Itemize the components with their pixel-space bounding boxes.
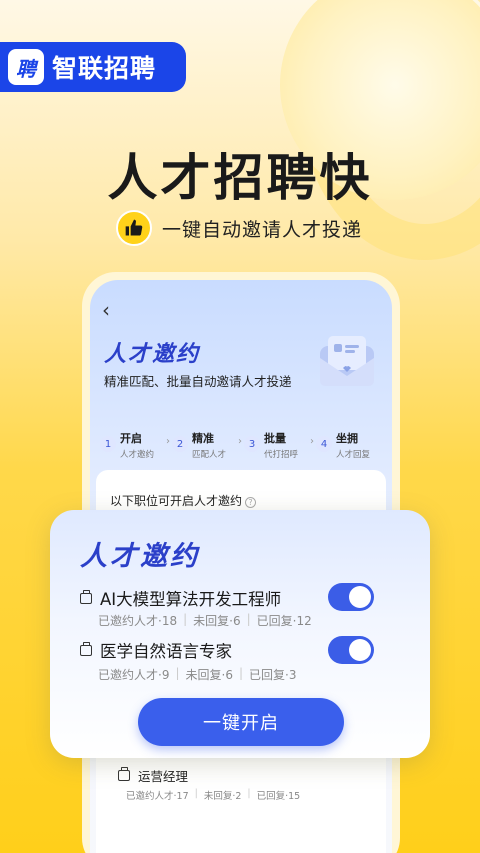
briefcase-icon	[80, 589, 92, 604]
step-title: 坐拥	[336, 432, 358, 445]
stat-unreplied: 未回复·6	[185, 668, 233, 682]
help-icon[interactable]: ?	[245, 497, 257, 508]
job-stats: 已邀约人才·18 | 未回复·6 | 已回复·12	[98, 612, 312, 629]
stat-invited: 已邀约人才·9	[98, 668, 170, 682]
toggle-knob	[349, 586, 371, 608]
envelope-icon	[320, 336, 374, 386]
job-name: AI大模型算法开发工程师	[100, 590, 282, 609]
step-item: 2 精准匹配人才	[172, 430, 238, 460]
steps-row: 1 开启人才邀约 › 2 精准匹配人才 › 3 批量代打招呼 › 4 坐拥人才回…	[100, 430, 382, 460]
step-sub: 人才回复	[336, 450, 371, 460]
invite-toggle-job2[interactable]	[328, 636, 374, 664]
invite-toggle-job1[interactable]	[328, 583, 374, 611]
list-heading: 以下职位可开启人才邀约?	[110, 492, 257, 509]
back-icon[interactable]: ‹	[102, 298, 110, 322]
headline: 人才招聘快	[107, 149, 373, 207]
toggle-knob	[349, 639, 371, 661]
step-sub: 人才邀约	[120, 450, 155, 460]
step-number: 1	[100, 436, 116, 452]
stat-unreplied: 未回复·6	[193, 614, 241, 628]
briefcase-icon	[80, 641, 92, 656]
step-title: 开启	[120, 432, 142, 445]
stat-replied: 已回复·3	[249, 668, 297, 682]
stat-separator: |	[175, 666, 180, 680]
screen-subtitle: 精准匹配、批量自动邀请人才投递	[104, 374, 292, 389]
job-name: 医学自然语言专家	[100, 642, 232, 661]
step-title: 批量	[264, 432, 286, 445]
invite-popup-card: 人才邀约 AI大模型算法开发工程师 已邀约人才·18 | 未回复·6 | 已回复·1…	[50, 510, 430, 758]
stat-replied: 已回复·12	[256, 614, 312, 628]
list-item-job1[interactable]: AI大模型算法开发工程师	[80, 586, 281, 610]
stat-separator: |	[247, 788, 251, 799]
step-arrow-icon: ›	[238, 436, 242, 447]
list-item-job2[interactable]: 医学自然语言专家	[80, 638, 232, 662]
stat-separator: |	[238, 666, 243, 680]
job-stats: 已邀约人才·17 | 未回复·2 | 已回复·15	[126, 788, 300, 802]
job-name: 运营经理	[138, 769, 189, 784]
step-item: 3 批量代打招呼	[244, 430, 310, 460]
step-arrow-icon: ›	[310, 436, 314, 447]
step-number: 4	[316, 436, 332, 452]
step-sub: 代打招呼	[264, 450, 299, 460]
subheadline-row: 一键自动邀请人才投递	[116, 208, 362, 248]
stat-replied: 已回复·15	[256, 791, 301, 802]
stat-separator: |	[194, 788, 198, 799]
step-sub: 匹配人才	[192, 450, 227, 460]
briefcase-icon	[118, 767, 130, 781]
enable-all-button[interactable]: 一键开启	[138, 698, 344, 746]
subheadline: 一键自动邀请人才投递	[162, 218, 363, 241]
step-arrow-icon: ›	[166, 436, 170, 447]
job-stats: 已邀约人才·9 | 未回复·6 | 已回复·3	[98, 666, 296, 683]
brand-logo: 聘 智联招聘	[0, 42, 186, 92]
stat-invited: 已邀约人才·18	[98, 614, 178, 628]
logo-badge-icon: 聘	[8, 49, 44, 85]
screen-title: 人才邀约	[104, 342, 201, 367]
list-item-job3[interactable]: 运营经理	[118, 766, 188, 785]
stat-separator: |	[183, 612, 188, 626]
step-item: 1 开启人才邀约	[100, 430, 166, 460]
list-heading-text: 以下职位可开启人才邀约	[110, 494, 243, 508]
step-number: 3	[244, 436, 260, 452]
stat-separator: |	[246, 612, 251, 626]
step-item: 4 坐拥人才回复	[316, 430, 382, 460]
stat-invited: 已邀约人才·17	[126, 791, 189, 802]
stat-unreplied: 未回复·2	[203, 791, 242, 802]
brand-name: 智联招聘	[52, 54, 157, 83]
popup-title: 人才邀约	[80, 541, 200, 572]
step-number: 2	[172, 436, 188, 452]
step-title: 精准	[192, 432, 214, 445]
thumbs-up-icon	[116, 210, 152, 246]
